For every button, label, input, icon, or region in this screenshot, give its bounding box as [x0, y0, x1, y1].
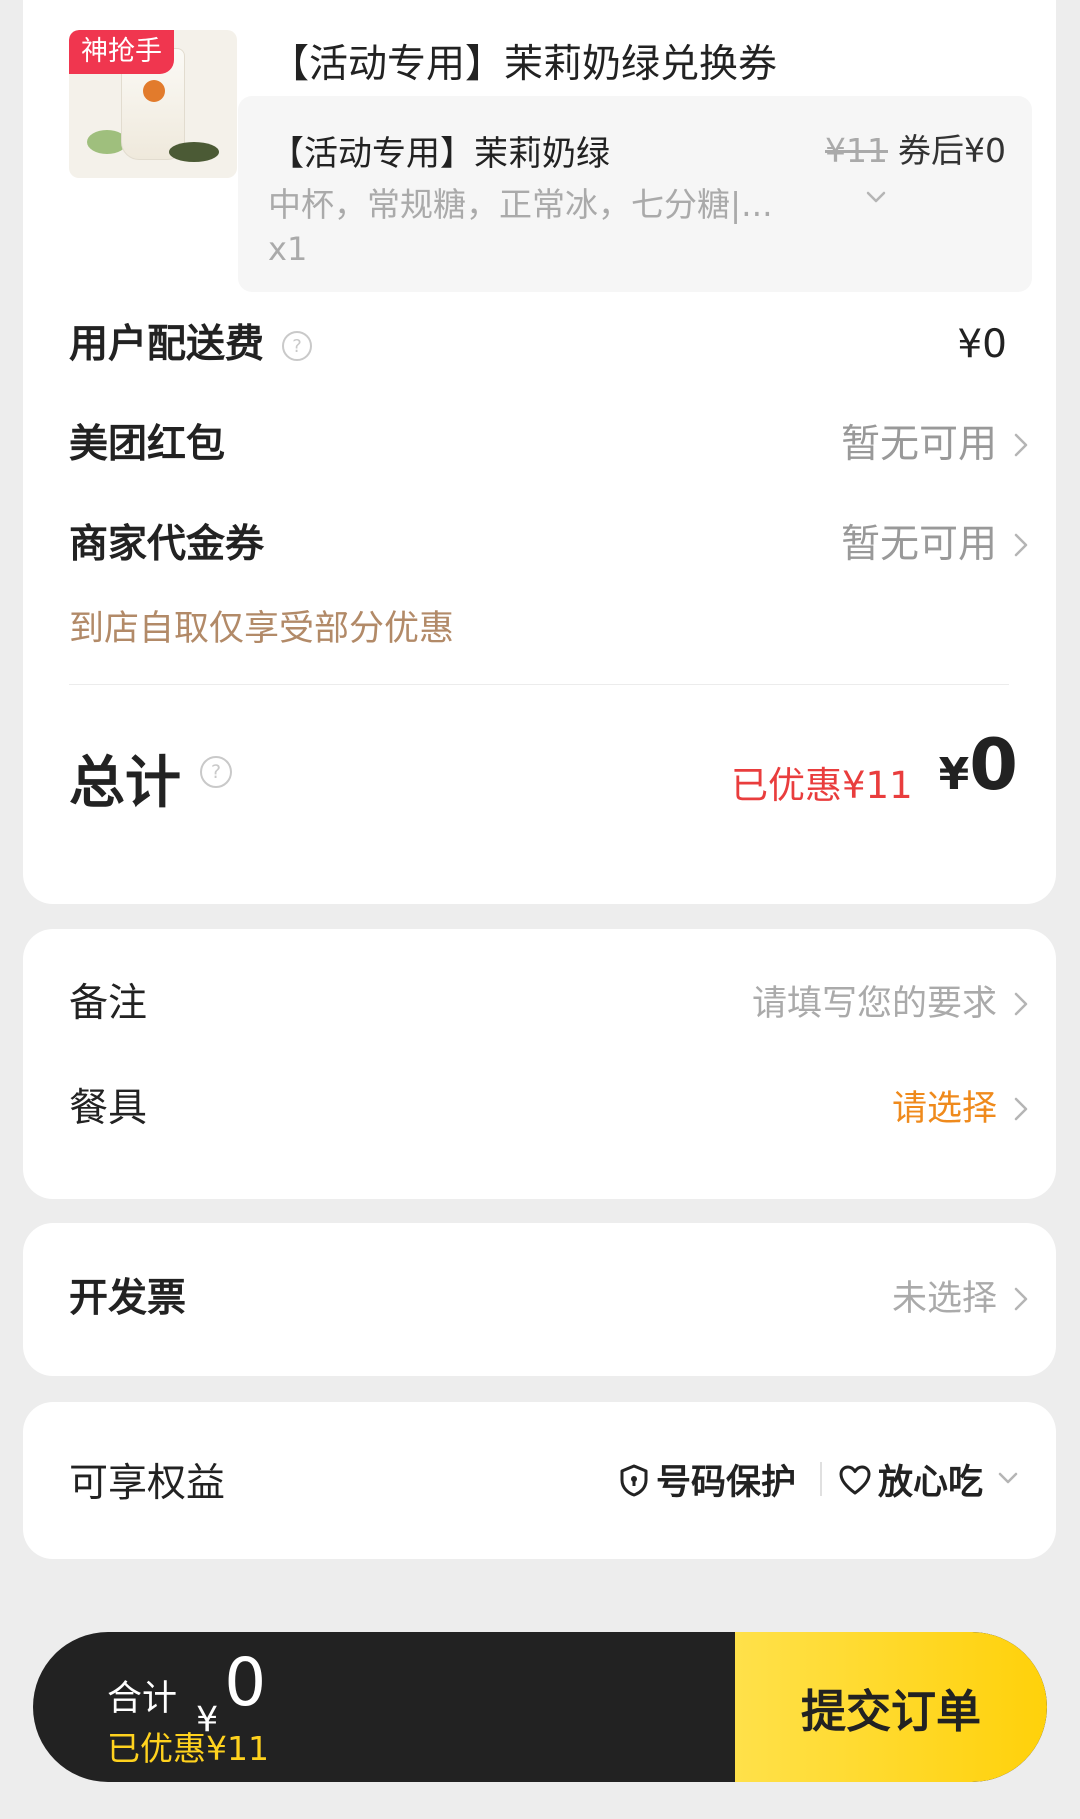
invoice-value: 未选择 [891, 1279, 997, 1319]
checkout-page: 神抢手 【活动专用】茉莉奶绿兑换券 【活动专用】茉莉奶绿 ¥11 券后¥0 中杯，… [0, 0, 1080, 1819]
product-title: 【活动专用】茉莉奶绿兑换券 [270, 42, 778, 87]
benefit-label: 放心吃 [878, 1463, 984, 1503]
chevron-right-icon [1014, 1097, 1028, 1121]
benefits-label: 可享权益 [69, 1461, 226, 1506]
svg-text:?: ? [211, 761, 221, 783]
promo-badge: 神抢手 [69, 30, 174, 74]
invoice-card[interactable]: 开发票 未选择 [23, 1223, 1056, 1376]
help-icon[interactable]: ? [199, 755, 233, 789]
total-value: 0 [969, 724, 1018, 806]
tableware-label: 餐具 [69, 1086, 148, 1131]
chevron-right-icon [1014, 533, 1028, 557]
sku-quantity: x1 [268, 230, 308, 268]
shield-icon [620, 1464, 648, 1496]
sku-box[interactable]: 【活动专用】茉莉奶绿 ¥11 券后¥0 中杯，常规糖，正常冰，七分糖|... x1 [238, 96, 1032, 292]
total-amount: ¥0 [939, 724, 1018, 806]
divider [69, 684, 1009, 685]
chevron-down-icon[interactable] [996, 1468, 1020, 1488]
delivery-fee-value: ¥0 [957, 322, 1007, 367]
remark-label: 备注 [69, 981, 148, 1026]
merchant-voucher-label: 商家代金券 [69, 522, 265, 567]
merchant-voucher-value: 暂无可用 [840, 522, 997, 567]
invoice-row[interactable]: 开发票 未选择 [69, 1269, 1033, 1329]
delivery-fee-row: 用户配送费 ? ¥0 [69, 315, 1033, 375]
bar-total-amount: ¥0 [196, 1644, 267, 1740]
remark-input[interactable]: 请填写您的要求 [752, 974, 997, 1034]
svg-text:?: ? [292, 336, 302, 357]
sku-price: ¥11 券后¥0 [825, 124, 1006, 172]
total-currency: ¥ [938, 749, 970, 800]
benefit-number-protection: 号码保护 [618, 1454, 796, 1505]
thumb-tea-leaves [169, 142, 219, 162]
bar-total-label: 合计 [107, 1679, 178, 1719]
bottom-bar: 合计 ¥0 已优惠¥11 提交订单 [33, 1632, 1047, 1782]
invoice-label: 开发票 [69, 1276, 187, 1321]
benefits-card[interactable]: 可享权益 号码保护 放心吃 [23, 1402, 1056, 1559]
product-thumbnail[interactable]: 神抢手 [69, 30, 237, 178]
delivery-fee-label: 用户配送费 [69, 322, 265, 367]
chevron-down-icon[interactable] [863, 184, 889, 210]
divider [820, 1462, 822, 1496]
help-icon[interactable]: ? [281, 330, 313, 362]
notes-card: 备注 请填写您的要求 餐具 请选择 [23, 929, 1056, 1199]
benefit-safe-food: 放心吃 [838, 1454, 983, 1505]
submit-order-button[interactable]: 提交订单 [735, 1632, 1047, 1782]
merchant-voucher-row[interactable]: 商家代金券 暂无可用 [69, 515, 1033, 575]
chevron-right-icon [1014, 1287, 1028, 1311]
meituan-redpack-value: 暂无可用 [840, 422, 997, 467]
total-discount: 已优惠¥11 [731, 764, 913, 807]
sku-specs: 中杯，常规糖，正常冰，七分糖|... [268, 185, 773, 224]
benefit-label: 号码保护 [656, 1463, 797, 1503]
pickup-note: 到店自取仅享受部分优惠 [69, 609, 455, 649]
order-card: 神抢手 【活动专用】茉莉奶绿兑换券 【活动专用】茉莉奶绿 ¥11 券后¥0 中杯，… [23, 0, 1056, 904]
bar-discount: 已优惠¥11 [107, 1729, 269, 1768]
original-price: ¥11 [825, 131, 888, 170]
chevron-right-icon [1014, 433, 1028, 457]
sku-name: 【活动专用】茉莉奶绿 [270, 134, 610, 174]
remark-row[interactable]: 备注 请填写您的要求 [69, 974, 1033, 1034]
total-label: 总计 [69, 751, 181, 816]
meituan-redpack-row[interactable]: 美团红包 暂无可用 [69, 415, 1033, 475]
heart-icon [839, 1465, 871, 1494]
bar-amount: 0 [224, 1644, 267, 1721]
chevron-right-icon [1014, 992, 1028, 1016]
tableware-row[interactable]: 餐具 请选择 [69, 1079, 1033, 1139]
thumb-logo [143, 80, 165, 102]
meituan-redpack-label: 美团红包 [69, 422, 226, 467]
tableware-select[interactable]: 请选择 [892, 1079, 997, 1139]
after-coupon-price: 券后¥0 [898, 131, 1006, 170]
